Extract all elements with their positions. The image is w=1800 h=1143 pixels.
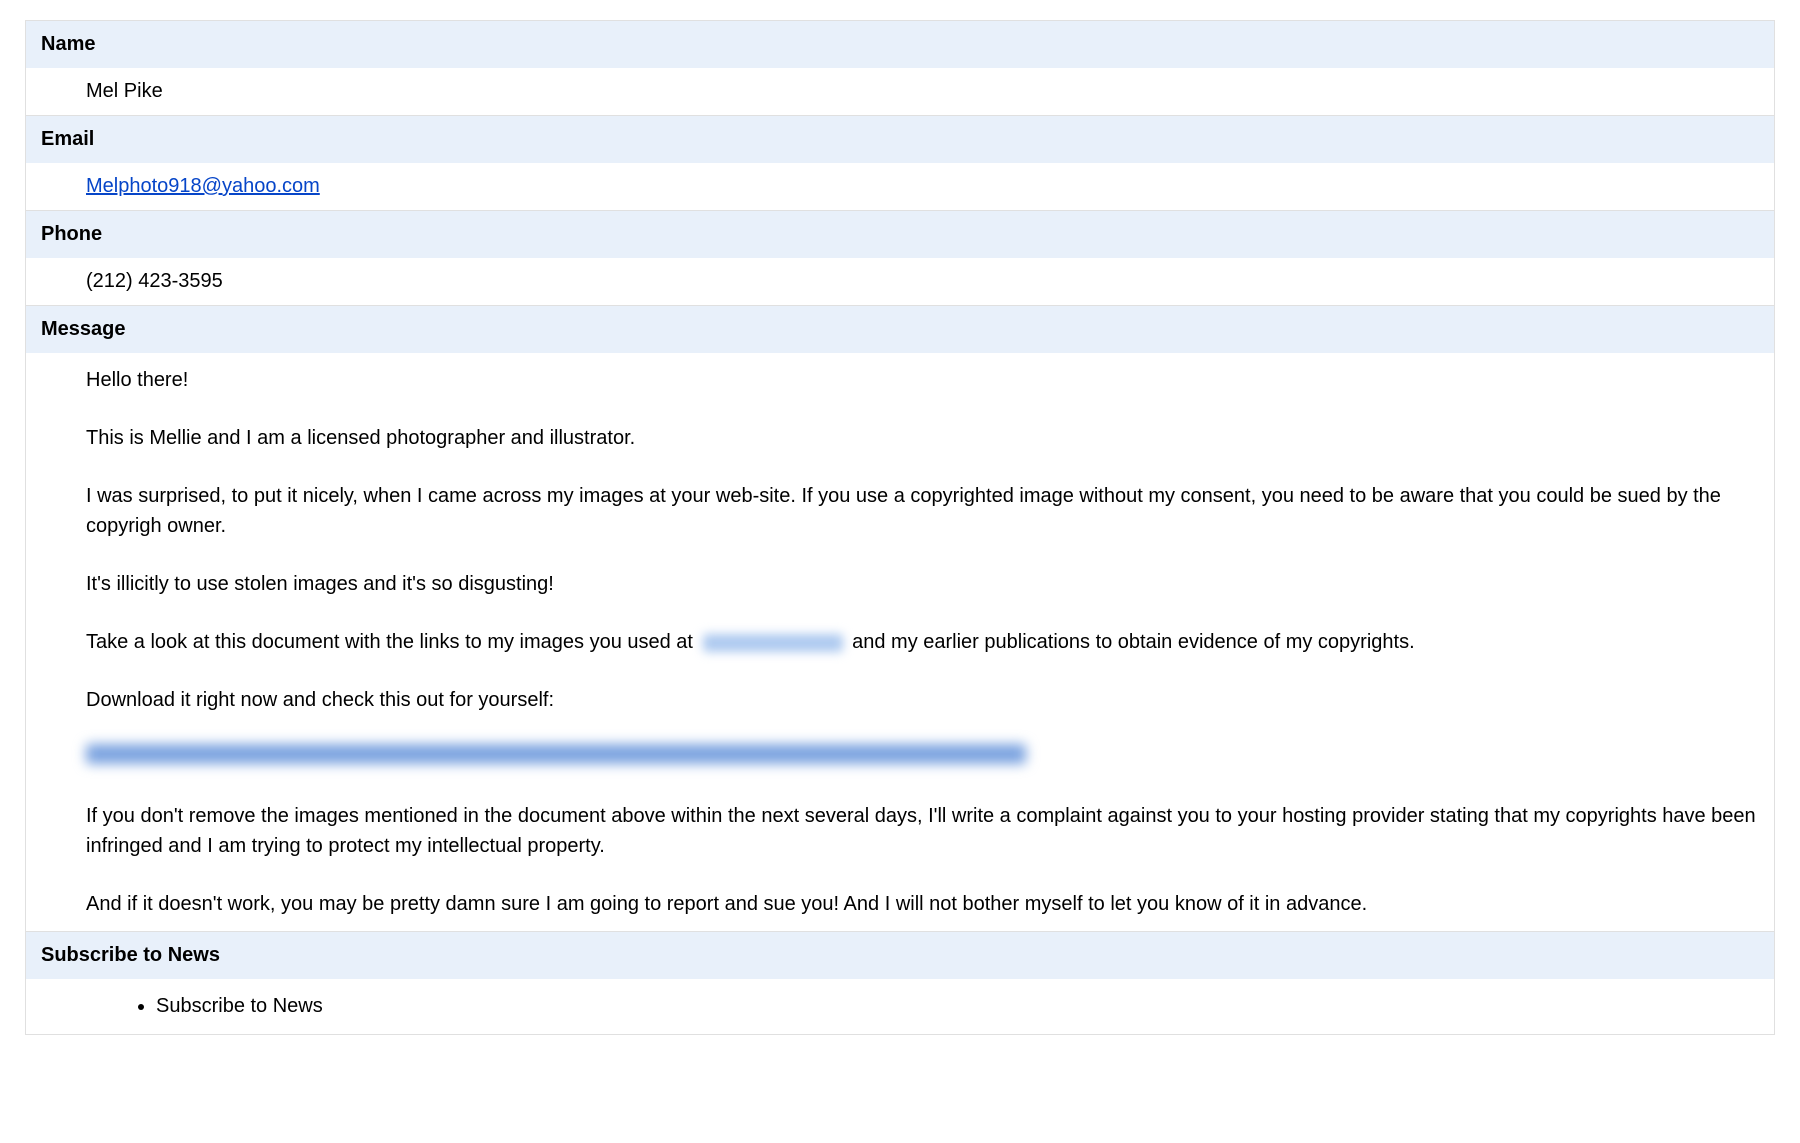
redacted-url <box>86 744 1026 764</box>
message-paragraph: I was surprised, to put it nicely, when … <box>86 481 1759 541</box>
message-paragraph: Hello there! <box>86 365 1759 395</box>
message-paragraph-redacted-link <box>86 743 1759 773</box>
phone-value: (212) 423-3595 <box>25 258 1775 305</box>
message-paragraph: This is Mellie and I am a licensed photo… <box>86 423 1759 453</box>
message-paragraph: If you don't remove the images mentioned… <box>86 801 1759 861</box>
message-paragraph: And if it doesn't work, you may be prett… <box>86 889 1759 919</box>
subscribe-value: Subscribe to News <box>25 979 1775 1035</box>
message-paragraph: Take a look at this document with the li… <box>86 627 1759 657</box>
subscribe-list-item: Subscribe to News <box>156 991 1759 1022</box>
message-paragraph: It's illicitly to use stolen images and … <box>86 569 1759 599</box>
subscribe-label: Subscribe to News <box>25 931 1775 979</box>
message-label: Message <box>25 305 1775 353</box>
name-value: Mel Pike <box>25 68 1775 115</box>
phone-label: Phone <box>25 210 1775 258</box>
email-link[interactable]: Melphoto918@yahoo.com <box>86 175 320 197</box>
email-label: Email <box>25 115 1775 163</box>
email-value-cell: Melphoto918@yahoo.com <box>25 163 1775 210</box>
message-body: Hello there! This is Mellie and I am a l… <box>25 353 1775 931</box>
name-label: Name <box>25 20 1775 68</box>
redacted-domain <box>703 634 843 652</box>
form-submission-container: Name Mel Pike Email Melphoto918@yahoo.co… <box>25 20 1775 1035</box>
message-text-before-redaction: Take a look at this document with the li… <box>86 631 693 653</box>
message-paragraph: Download it right now and check this out… <box>86 685 1759 715</box>
subscribe-list: Subscribe to News <box>86 991 1759 1022</box>
message-text-after-redaction: and my earlier publications to obtain ev… <box>852 631 1415 653</box>
